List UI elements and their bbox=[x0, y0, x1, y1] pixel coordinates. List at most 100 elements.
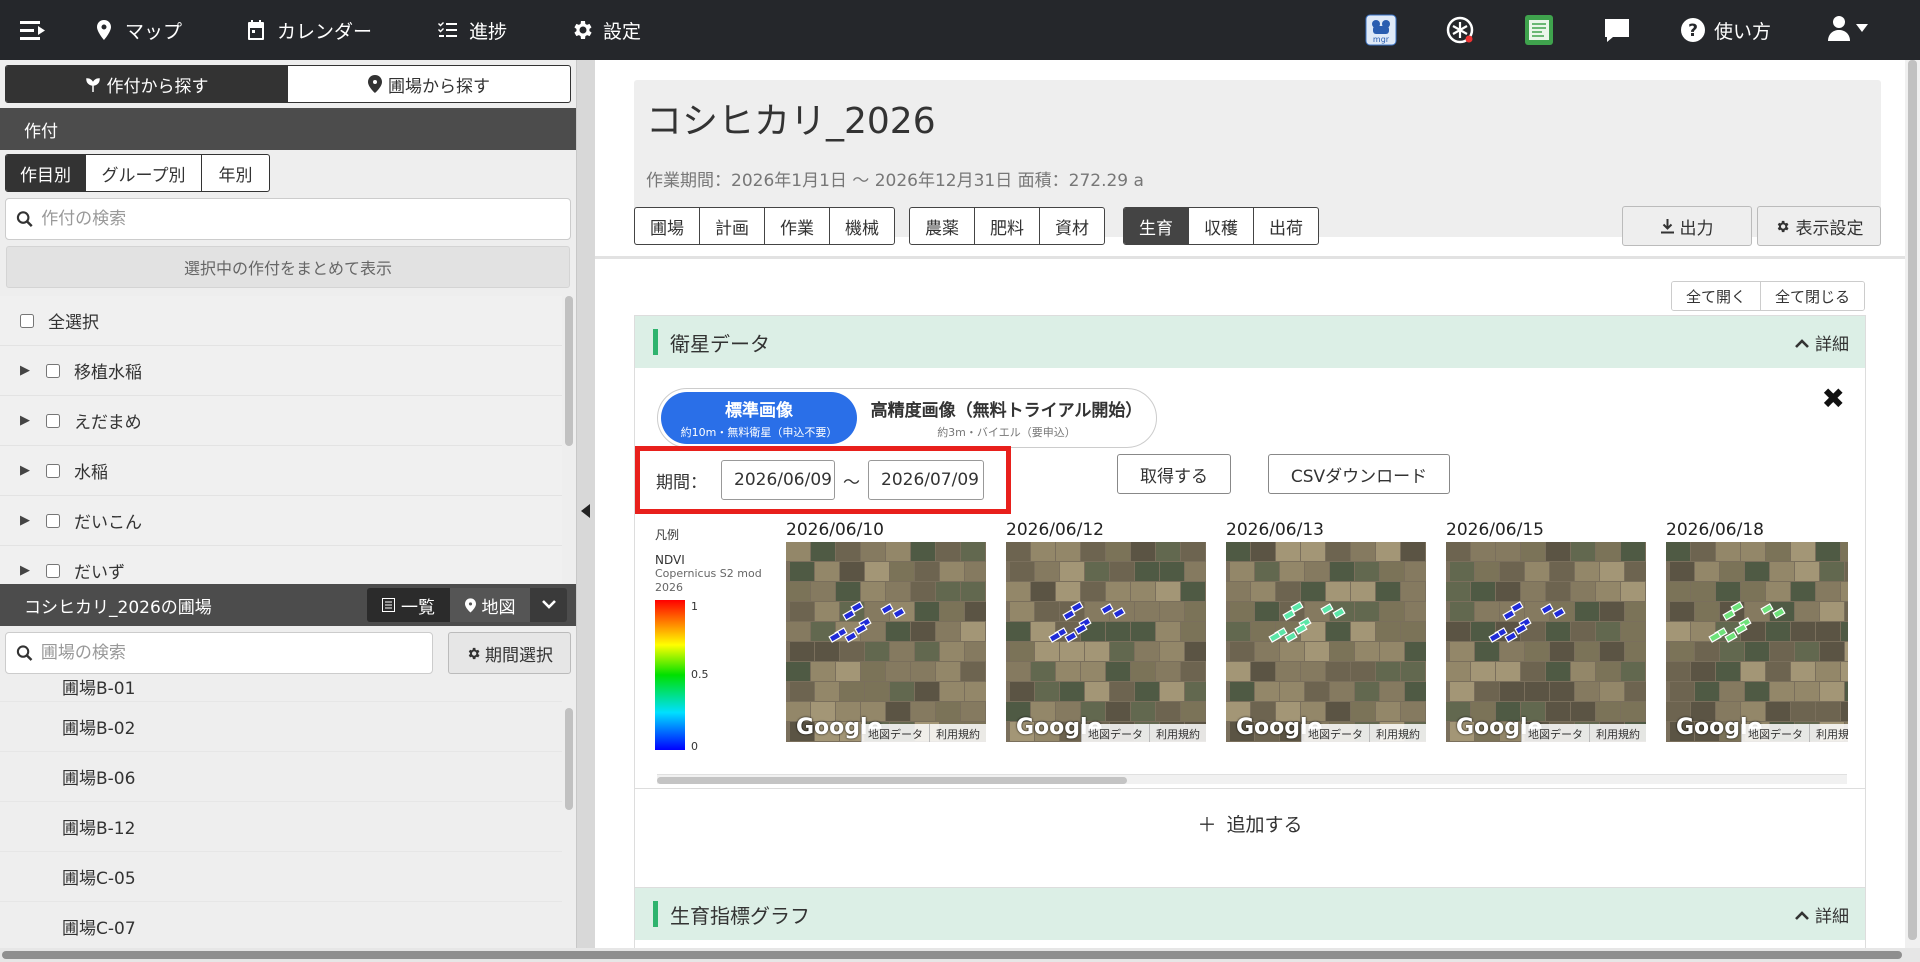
image-strip-scroll-thumb[interactable] bbox=[657, 777, 1127, 784]
tab-by-year[interactable]: 年別 bbox=[202, 155, 269, 191]
expand-triangle-icon[interactable]: ▶ bbox=[20, 463, 36, 478]
list-item[interactable]: 圃場C-05 bbox=[0, 852, 562, 902]
detail-toggle[interactable]: 詳細 bbox=[1795, 330, 1849, 355]
list-item[interactable]: ▶ 移植水稲 bbox=[0, 346, 562, 396]
map-data-link[interactable]: 地図データ bbox=[1521, 724, 1589, 742]
close-icon[interactable]: ✖ bbox=[1822, 382, 1845, 415]
nav-progress[interactable]: 進捗 bbox=[436, 0, 507, 60]
satellite-image[interactable]: Google 地図データ利用規約 bbox=[1446, 542, 1646, 742]
tab-work[interactable]: 作業 bbox=[765, 208, 830, 244]
tab-plan[interactable]: 計画 bbox=[700, 208, 765, 244]
tab-by-group[interactable]: グループ別 bbox=[86, 155, 202, 191]
export-button[interactable]: 出力 bbox=[1622, 206, 1752, 246]
tab-harvest[interactable]: 収穫 bbox=[1189, 208, 1254, 244]
crop-checkbox[interactable] bbox=[46, 463, 60, 478]
tab-material[interactable]: 資材 bbox=[1040, 208, 1104, 244]
crop-search-input[interactable] bbox=[41, 209, 570, 229]
map-data-link[interactable]: 地図データ bbox=[1301, 724, 1369, 742]
list-item[interactable]: 圃場B-02 bbox=[0, 702, 562, 752]
expand-triangle-icon[interactable]: ▶ bbox=[20, 513, 36, 528]
crop-label: 水稲 bbox=[74, 463, 108, 483]
search-by-field-tab[interactable]: 圃場から探す bbox=[288, 66, 570, 102]
alert-icon[interactable] bbox=[1443, 13, 1477, 47]
crop-checkbox[interactable] bbox=[46, 413, 60, 428]
map-data-link[interactable]: 地図データ bbox=[861, 724, 929, 742]
image-strip-scrollbar[interactable] bbox=[657, 774, 1847, 784]
panel-collapse-bar[interactable] bbox=[576, 60, 595, 948]
agri-mgr-icon[interactable]: mgr bbox=[1364, 13, 1398, 47]
tab-fertilizer[interactable]: 肥料 bbox=[975, 208, 1040, 244]
detail-toggle[interactable]: 詳細 bbox=[1795, 902, 1849, 927]
crop-checkbox[interactable] bbox=[46, 363, 60, 378]
map-terms-link[interactable]: 利用規約 bbox=[1369, 724, 1426, 742]
map-terms-link[interactable]: 利用規約 bbox=[1149, 724, 1206, 742]
expand-triangle-icon[interactable]: ▶ bbox=[20, 413, 36, 428]
menu-toggle-icon[interactable] bbox=[18, 16, 48, 44]
expand-all-button[interactable]: 全て開く bbox=[1672, 282, 1762, 310]
nav-calendar[interactable]: カレンダー bbox=[244, 0, 372, 60]
list-item[interactable]: ▶ 水稲 bbox=[0, 446, 562, 496]
fetch-button[interactable]: 取得する bbox=[1117, 454, 1231, 494]
nav-settings[interactable]: 設定 bbox=[570, 0, 641, 60]
map-terms-link[interactable]: 利用規約 bbox=[1589, 724, 1646, 742]
crop-checkbox[interactable] bbox=[46, 563, 60, 578]
chevron-down-icon[interactable] bbox=[530, 588, 567, 622]
satellite-image[interactable]: Google 地図データ利用規約 bbox=[1226, 542, 1426, 742]
page-vertical-scroll-thumb[interactable] bbox=[1908, 60, 1917, 940]
satellite-image[interactable]: Google 地図データ利用規約 bbox=[1666, 542, 1848, 742]
date-from-input[interactable]: 2026/06/09 bbox=[721, 460, 835, 500]
map-data-link[interactable]: 地図データ bbox=[1081, 724, 1149, 742]
display-settings-button[interactable]: 表示設定 bbox=[1757, 206, 1881, 246]
tab-shipment[interactable]: 出荷 bbox=[1254, 208, 1318, 244]
period-select-button[interactable]: 期間選択 bbox=[448, 632, 571, 674]
collapse-all-button[interactable]: 全て閉じる bbox=[1761, 282, 1865, 310]
collapse-arrow-icon[interactable] bbox=[581, 504, 590, 518]
high-res-image-option[interactable]: 高精度画像（無料トライアル開始） 約3m・バイエル（要申込） bbox=[857, 396, 1156, 440]
chevron-up-icon bbox=[1795, 910, 1809, 920]
csv-download-button[interactable]: CSVダウンロード bbox=[1268, 454, 1450, 494]
view-list-button[interactable]: 一覧 bbox=[367, 588, 450, 622]
select-all-checkbox[interactable] bbox=[20, 313, 34, 328]
expand-triangle-icon[interactable]: ▶ bbox=[20, 563, 36, 578]
list-item[interactable]: 圃場B-01 bbox=[0, 670, 562, 702]
expand-triangle-icon[interactable]: ▶ bbox=[20, 363, 36, 378]
list-item[interactable]: 圃場B-06 bbox=[0, 752, 562, 802]
crop-checkbox[interactable] bbox=[46, 513, 60, 528]
list-item[interactable]: 圃場B-12 bbox=[0, 802, 562, 852]
map-data-link[interactable]: 地図データ bbox=[1741, 724, 1809, 742]
date-to-input[interactable]: 2026/07/09 bbox=[868, 460, 984, 500]
report-icon[interactable] bbox=[1522, 13, 1556, 47]
add-image-button[interactable]: ＋ 追加する bbox=[635, 788, 1865, 858]
nav-settings-label: 設定 bbox=[603, 20, 642, 43]
tab-field[interactable]: 圃場 bbox=[635, 208, 700, 244]
page-vertical-scrollbar[interactable] bbox=[1905, 60, 1920, 948]
chat-icon[interactable] bbox=[1600, 13, 1634, 47]
field-list-scrollbar[interactable] bbox=[565, 708, 573, 810]
satellite-image[interactable]: Google 地図データ利用規約 bbox=[1006, 542, 1206, 742]
list-item[interactable]: ▶ だいこん bbox=[0, 496, 562, 546]
view-map-button[interactable]: 地図 bbox=[450, 588, 530, 622]
tab-by-crop-type[interactable]: 作目別 bbox=[6, 155, 86, 191]
tab-machine[interactable]: 機械 bbox=[830, 208, 894, 244]
list-item[interactable]: ▶ だいず bbox=[0, 546, 562, 584]
standard-image-option[interactable]: 標準画像 約10m・無料衛星（申込不要） bbox=[661, 392, 857, 444]
field-search-input[interactable] bbox=[40, 643, 432, 663]
tab-growth[interactable]: 生育 bbox=[1124, 208, 1189, 244]
map-terms-link[interactable]: 利用規約 bbox=[1809, 724, 1848, 742]
tab-pesticide[interactable]: 農薬 bbox=[910, 208, 975, 244]
map-terms-link[interactable]: 利用規約 bbox=[929, 724, 986, 742]
list-item[interactable]: ▶ えだまめ bbox=[0, 396, 562, 446]
list-item[interactable]: 圃場C-07 bbox=[0, 902, 562, 948]
select-all-row[interactable]: 全選択 bbox=[0, 296, 562, 346]
left-panel: 作付から探す 圃場から探す 作付 作目別 グループ別 年別 選択中の作付をまとめ… bbox=[0, 60, 576, 948]
crop-list-scrollbar[interactable] bbox=[565, 296, 573, 446]
satellite-image[interactable]: Google 地図データ利用規約 bbox=[786, 542, 986, 742]
help-link[interactable]: ? 使い方 bbox=[1680, 0, 1771, 60]
show-selected-crops-button[interactable]: 選択中の作付をまとめて表示 bbox=[6, 246, 570, 288]
user-menu[interactable] bbox=[1826, 14, 1868, 42]
page-horizontal-scroll-thumb[interactable] bbox=[2, 951, 1902, 959]
search-by-crop-tab[interactable]: 作付から探す bbox=[6, 66, 288, 102]
nav-map[interactable]: マップ bbox=[92, 0, 182, 60]
image-date: 2026/06/10 bbox=[786, 520, 884, 540]
page-horizontal-scrollbar[interactable] bbox=[0, 948, 1920, 962]
